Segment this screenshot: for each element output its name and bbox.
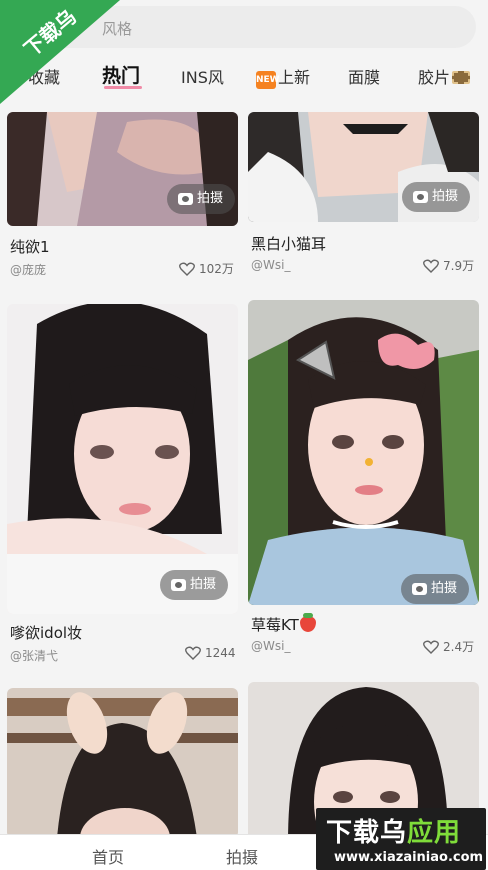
brand-suffix: 应用 [407, 818, 462, 848]
shoot-button[interactable]: 拍摄 [401, 574, 469, 604]
like-count[interactable]: 1244 [185, 646, 236, 660]
filter-title: 嗲欲idol妆 [10, 624, 83, 642]
filter-preview-image [7, 304, 238, 614]
brand-watermark: 下载乌应用 www.xiazainiao.com [316, 808, 486, 870]
filter-card[interactable]: 拍摄 嗲欲idol妆 @张清弋 1244 [7, 304, 238, 674]
heart-icon [185, 646, 201, 660]
like-count-value: 7.9万 [443, 259, 475, 273]
filter-feed[interactable]: 拍摄 纯欲1 @庞庞 102万 拍摄 黑白小猫耳 @Wsi_ 7.9万 拍摄 嗲… [0, 112, 488, 834]
brand-prefix: 下载乌 [326, 818, 408, 848]
filter-author: @张清弋 [10, 649, 59, 663]
filter-preview-image [7, 688, 238, 834]
heart-icon [423, 640, 439, 654]
tab-new[interactable]: NEW上新 [256, 64, 310, 89]
like-count[interactable]: 102万 [179, 260, 234, 277]
tab-ins-style[interactable]: INS风 [181, 64, 224, 88]
shoot-label: 拍摄 [197, 191, 224, 206]
shoot-button[interactable]: 拍摄 [402, 182, 470, 212]
filter-author: @Wsi_ [251, 639, 291, 653]
shoot-label: 拍摄 [190, 577, 217, 592]
filter-author: @Wsi_ [251, 258, 291, 272]
like-count[interactable]: 2.4万 [423, 638, 474, 655]
filter-preview-image [248, 300, 479, 605]
corner-watermark-text: 下载乌 [19, 4, 81, 62]
strawberry-icon [299, 613, 316, 632]
nav-shoot[interactable]: 拍摄 [226, 844, 258, 868]
film-icon [452, 71, 471, 84]
camera-icon [171, 579, 186, 591]
tab-new-label: 上新 [278, 68, 311, 87]
nav-home[interactable]: 首页 [92, 844, 124, 868]
shoot-button[interactable]: 拍摄 [167, 184, 235, 214]
new-badge: NEW [256, 71, 280, 89]
filter-title: 黑白小猫耳 [251, 235, 327, 253]
tab-mask[interactable]: 面膜 [348, 64, 380, 88]
brand-watermark-title: 下载乌应用 [326, 812, 461, 849]
shoot-button[interactable]: 拍摄 [160, 570, 228, 600]
like-count[interactable]: 7.9万 [423, 257, 474, 274]
filter-card[interactable]: 拍摄 草莓KT @Wsi_ 2.4万 [248, 300, 479, 670]
camera-icon [412, 583, 427, 595]
heart-icon [179, 262, 195, 276]
filter-author: @庞庞 [10, 263, 47, 277]
like-count-value: 102万 [199, 262, 234, 276]
corner-watermark: 下载乌 [0, 0, 120, 110]
filter-title: 纯欲1 [10, 238, 50, 256]
heart-icon [423, 259, 439, 273]
filter-card[interactable]: 拍摄 纯欲1 @庞庞 102万 [7, 112, 238, 282]
filter-title: 草莓KT [251, 613, 316, 635]
tab-film[interactable]: 胶片 [418, 64, 471, 88]
camera-icon [178, 193, 193, 205]
filter-title-text: 草莓KT [251, 616, 299, 634]
filter-card[interactable] [7, 688, 238, 834]
camera-icon [413, 191, 428, 203]
like-count-value: 2.4万 [443, 640, 475, 654]
like-count-value: 1244 [205, 646, 236, 660]
brand-watermark-url: www.xiazainiao.com [334, 850, 484, 865]
filter-card[interactable]: 拍摄 黑白小猫耳 @Wsi_ 7.9万 [248, 112, 479, 282]
shoot-label: 拍摄 [431, 581, 458, 596]
shoot-label: 拍摄 [432, 189, 459, 204]
tab-film-label: 胶片 [418, 68, 451, 87]
